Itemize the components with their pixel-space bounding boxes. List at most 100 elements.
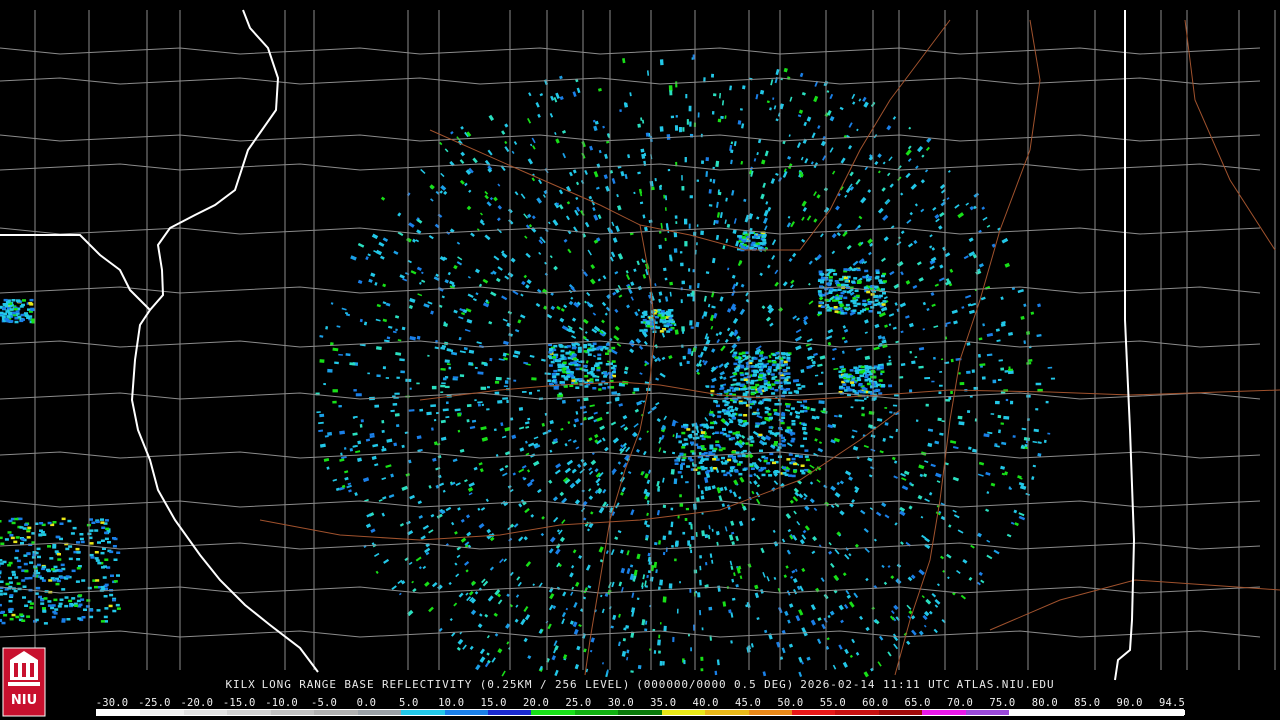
echo-pixel bbox=[670, 521, 674, 528]
echo-pixel bbox=[7, 531, 12, 534]
echo-pixel bbox=[699, 610, 702, 616]
echo-pixel bbox=[506, 399, 509, 404]
echo-pixel bbox=[392, 403, 398, 406]
echo-pixel bbox=[878, 294, 883, 298]
echo-pixel bbox=[786, 366, 791, 370]
colorbar-tick-label: -20.0 bbox=[180, 697, 214, 709]
logo-text: NIU bbox=[11, 693, 37, 708]
echo-pixel bbox=[688, 285, 692, 289]
echo-pixel bbox=[666, 313, 671, 317]
echo-pixel bbox=[855, 294, 860, 298]
echo-pixel bbox=[353, 389, 357, 392]
echo-pixel bbox=[605, 352, 609, 355]
echo-pixel bbox=[781, 413, 786, 417]
echo-pixel bbox=[91, 521, 96, 524]
echo-pixel bbox=[29, 602, 34, 605]
echo-pixel bbox=[709, 413, 714, 416]
echo-pixel bbox=[939, 384, 943, 387]
echo-pixel bbox=[892, 404, 898, 407]
echo-pixel bbox=[768, 417, 773, 420]
echo-pixel bbox=[672, 636, 675, 643]
echo-pixel bbox=[801, 471, 806, 475]
echo-pixel bbox=[750, 392, 755, 396]
echo-pixel bbox=[842, 383, 847, 386]
echo-pixel bbox=[637, 664, 642, 670]
echo-pixel bbox=[881, 274, 885, 278]
echo-pixel bbox=[703, 452, 708, 455]
echo-pixel bbox=[817, 279, 822, 282]
echo-pixel bbox=[786, 405, 790, 408]
echo-pixel bbox=[596, 366, 601, 370]
echo-pixel bbox=[682, 355, 686, 360]
echo-pixel bbox=[710, 389, 715, 393]
echo-pixel bbox=[651, 186, 655, 191]
echo-pixel bbox=[327, 368, 333, 373]
echo-pixel bbox=[21, 619, 26, 622]
echo-pixel bbox=[682, 127, 685, 132]
echo-pixel bbox=[786, 381, 791, 385]
echo-pixel bbox=[640, 315, 645, 318]
echo-pixel bbox=[675, 115, 678, 118]
echo-pixel bbox=[1037, 388, 1043, 392]
echo-pixel bbox=[104, 537, 109, 541]
echo-pixel bbox=[713, 400, 718, 403]
echo-pixel bbox=[711, 73, 715, 78]
echo-pixel bbox=[744, 422, 749, 425]
echo-pixel bbox=[1045, 400, 1049, 404]
echo-pixel bbox=[774, 381, 779, 384]
echo-pixel bbox=[797, 387, 802, 390]
echo-pixel bbox=[338, 405, 342, 408]
echo-pixel bbox=[565, 351, 570, 355]
echo-pixel bbox=[481, 403, 484, 406]
echo-pixel bbox=[780, 421, 785, 425]
echo-pixel bbox=[657, 314, 662, 317]
echo-pixel bbox=[0, 619, 3, 622]
echo-pixel bbox=[4, 317, 9, 321]
echo-pixel bbox=[833, 306, 838, 309]
echo-pixel bbox=[844, 307, 849, 311]
echo-pixel bbox=[846, 386, 850, 389]
echo-pixel bbox=[50, 577, 55, 580]
echo-pixel bbox=[3, 312, 8, 316]
echo-pixel bbox=[561, 375, 566, 378]
echo-pixel bbox=[997, 378, 1002, 381]
echo-pixel bbox=[116, 574, 120, 577]
echo-pixel bbox=[862, 275, 867, 279]
echo-pixel bbox=[730, 149, 734, 154]
echo-pixel bbox=[553, 369, 558, 373]
echo-pixel bbox=[678, 126, 682, 133]
echo-pixel bbox=[670, 507, 674, 511]
echo-pixel bbox=[667, 168, 671, 172]
echo-pixel bbox=[16, 559, 21, 563]
echo-pixel bbox=[870, 285, 875, 288]
echo-pixel bbox=[448, 366, 452, 370]
echo-pixel bbox=[684, 518, 688, 521]
echo-pixel bbox=[685, 94, 688, 99]
echo-pixel bbox=[602, 387, 607, 390]
echo-pixel bbox=[683, 438, 688, 441]
echo-pixel bbox=[95, 520, 100, 524]
echo-pixel bbox=[818, 270, 823, 273]
echo-pixel bbox=[781, 436, 785, 440]
echo-pixel bbox=[741, 236, 746, 239]
echo-pixel bbox=[723, 473, 728, 477]
echo-pixel bbox=[763, 388, 768, 392]
echo-pixel bbox=[90, 556, 95, 559]
echo-pixel bbox=[700, 465, 705, 469]
echo-pixel bbox=[757, 388, 762, 391]
echo-pixel bbox=[74, 604, 79, 607]
echo-pixel bbox=[732, 400, 737, 404]
echo-pixel bbox=[700, 668, 704, 672]
echo-pixel bbox=[738, 472, 743, 476]
echo-pixel bbox=[665, 310, 670, 314]
echo-pixel bbox=[862, 308, 867, 312]
echo-pixel bbox=[715, 440, 720, 443]
echo-pixel bbox=[657, 308, 662, 312]
echo-pixel bbox=[109, 550, 114, 554]
colorbar-tick-label: 85.0 bbox=[1074, 697, 1101, 709]
echo-pixel bbox=[768, 426, 773, 429]
echo-pixel bbox=[818, 301, 823, 304]
echo-pixel bbox=[681, 462, 685, 466]
echo-pixel bbox=[26, 536, 31, 539]
echo-pixel bbox=[367, 372, 370, 375]
